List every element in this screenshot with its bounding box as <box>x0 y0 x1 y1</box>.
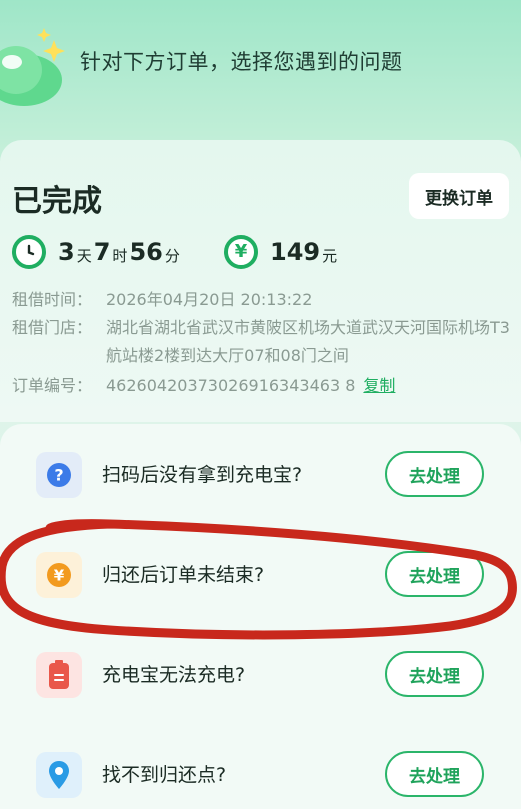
problem-item-no-return-point[interactable]: 找不到归还点? 去处理 <box>0 724 521 809</box>
rent-store-row: 租借门店： 湖北省湖北省武汉市黄陂区机场大道武汉天河国际机场T3航站楼2楼到达大… <box>12 314 517 370</box>
green-cloud-mascot-icon <box>0 28 65 106</box>
rental-fee: ¥ 149 元 <box>224 232 339 272</box>
rent-store-value: 湖北省湖北省武汉市黄陂区机场大道武汉天河国际机场T3航站楼2楼到达大厅07和08… <box>106 318 510 365</box>
problem-list: ? 扫码后没有拿到充电宝? 去处理 ¥ 归还后订单未结束? 去处理 充电宝无法充… <box>0 424 521 809</box>
battery-icon <box>36 652 82 698</box>
clock-icon <box>12 235 46 269</box>
rental-duration: 3 天 7 时 56 分 <box>12 232 182 272</box>
copy-order-link[interactable]: 复制 <box>363 372 395 400</box>
question-icon: ? <box>36 452 82 498</box>
order-number-row: 订单编号： 46260420373026916343463 8 复制 <box>12 372 395 400</box>
problem-item-no-powerbank[interactable]: ? 扫码后没有拿到充电宝? 去处理 <box>0 424 521 524</box>
duration-minutes: 56 <box>129 238 163 266</box>
fee-amount: 149 <box>270 238 321 266</box>
rent-time-value: 2026年04月20日 20:13:22 <box>106 290 313 309</box>
problem-text: 充电宝无法充电? <box>102 664 246 686</box>
handle-button[interactable]: 去处理 <box>385 551 484 597</box>
order-status: 已完成 <box>12 184 102 219</box>
order-number-value: 46260420373026916343463 8 <box>106 376 356 395</box>
problem-text: 归还后订单未结束? <box>102 564 265 586</box>
duration-hours: 7 <box>93 238 111 266</box>
problem-item-cannot-charge[interactable]: 充电宝无法充电? 去处理 <box>0 624 521 724</box>
svg-text:¥: ¥ <box>54 567 65 585</box>
switch-order-button[interactable]: 更换订单 <box>409 173 509 219</box>
rent-time-row: 租借时间： 2026年04月20日 20:13:22 <box>12 286 312 314</box>
page-header: 针对下方订单，选择您遇到的问题 <box>0 0 521 140</box>
duration-days: 3 <box>58 238 75 266</box>
problem-item-order-not-ended[interactable]: ¥ 归还后订单未结束? 去处理 <box>0 524 521 624</box>
header-prompt: 针对下方订单，选择您遇到的问题 <box>80 50 403 74</box>
handle-button[interactable]: 去处理 <box>385 751 484 797</box>
yuan-icon: ¥ <box>224 235 258 269</box>
yuan-coin-icon: ¥ <box>36 552 82 598</box>
handle-button[interactable]: 去处理 <box>385 651 484 697</box>
order-card: 已完成 更换订单 3 天 7 时 56 分 ¥ 149 元 租借时间： 2026… <box>0 140 521 422</box>
svg-text:?: ? <box>54 466 63 485</box>
location-pin-icon <box>36 752 82 798</box>
handle-button[interactable]: 去处理 <box>385 451 484 497</box>
problem-text: 找不到归还点? <box>102 764 227 786</box>
problem-text: 扫码后没有拿到充电宝? <box>102 464 303 486</box>
